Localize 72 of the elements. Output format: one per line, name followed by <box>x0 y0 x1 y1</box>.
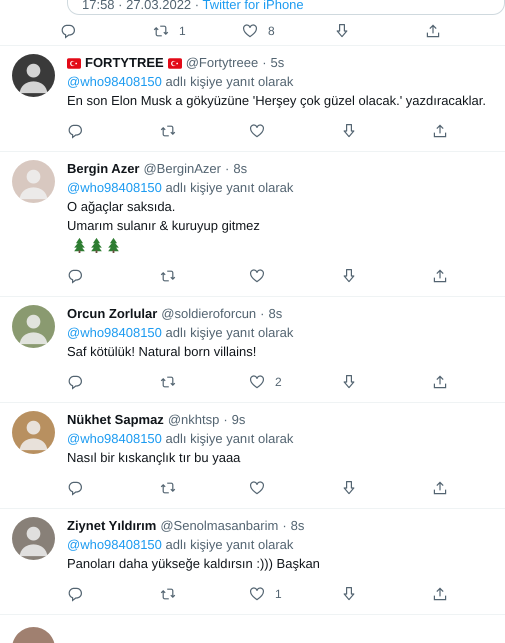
separator-dot: · <box>260 305 264 323</box>
heart-icon <box>249 268 265 284</box>
reply-label: adlı kişiye yanıt olarak <box>166 180 294 195</box>
reply-icon <box>60 23 76 39</box>
reply-icon <box>67 480 83 496</box>
user-name[interactable]: Bergin Azer <box>67 160 140 178</box>
download-icon <box>334 23 350 39</box>
heart-icon <box>249 586 265 602</box>
reply-label: adlı kişiye yanıt olarak <box>166 431 294 446</box>
user-name[interactable]: Orcun Zorlular <box>67 305 158 323</box>
reply-label: adlı kişiye yanıt olarak <box>166 325 294 340</box>
reply-label: adlı kişiye yanıt olarak <box>166 537 294 552</box>
download-icon <box>341 123 357 139</box>
retweet-icon <box>160 374 176 390</box>
tweet-timestamp: 17:58 · 27.03.2022 · <box>82 0 200 12</box>
retweet-button[interactable]: 1 <box>146 23 186 39</box>
download-icon <box>341 374 357 390</box>
avatar[interactable] <box>12 54 55 97</box>
tweet-text: Panoları daha yükseğe kaldırsın :))) Başkan <box>67 555 321 573</box>
reply-icon <box>67 123 83 139</box>
tweet-time[interactable]: 9s <box>232 411 246 429</box>
share-icon <box>432 480 448 496</box>
separator-dot: · <box>223 411 228 429</box>
user-handle[interactable]: @Senolmasanbarim <box>160 517 278 535</box>
separator-dot: · <box>262 54 267 72</box>
like-button[interactable]: 1 <box>242 586 282 602</box>
flag-icon <box>67 58 81 68</box>
tweet-time[interactable]: 8s <box>268 305 282 323</box>
share-icon <box>432 374 448 390</box>
reply-icon <box>67 586 83 602</box>
user-name[interactable]: Nükhet Sapmaz <box>67 411 164 429</box>
tree-icon <box>107 237 120 253</box>
retweet-icon <box>160 123 176 139</box>
like-button[interactable]: 8 <box>235 23 275 39</box>
flag-icon <box>168 58 182 68</box>
separator-dot: · <box>282 517 287 535</box>
retweet-icon <box>160 586 176 602</box>
user-handle[interactable]: @Fortytreee <box>186 54 258 72</box>
user-name[interactable]: Ziynet Yıldırım <box>67 517 156 535</box>
share-icon <box>432 268 448 284</box>
download-icon <box>341 268 357 284</box>
tweet-time[interactable]: 8s <box>233 160 248 178</box>
separator-dot: · <box>225 160 230 178</box>
share-icon <box>432 586 448 602</box>
tweet-text: Nasıl bir kıskançlık tır bu yaaa <box>67 449 242 467</box>
heart-icon <box>249 374 265 390</box>
tree-icon <box>90 237 103 253</box>
user-handle[interactable]: @soldieroforcun <box>161 305 256 323</box>
share-icon <box>432 123 448 139</box>
download-icon <box>341 586 357 602</box>
retweet-icon <box>160 268 176 284</box>
heart-icon <box>249 123 265 139</box>
reply-label: adlı kişiye yanıt olarak <box>166 74 294 89</box>
retweet-icon <box>153 23 169 39</box>
tree-icon <box>73 237 86 253</box>
tweet-text: En son Elon Musk a gökyüzüne 'Herşey çok güzel olacak.' yazdıracaklar. <box>67 92 488 110</box>
share-icon <box>425 23 441 39</box>
heart-icon <box>242 23 258 39</box>
like-button[interactable]: 2 <box>242 374 282 390</box>
tweet-text: O ağaçlar saksıda. <box>67 198 176 216</box>
heart-icon <box>249 480 265 496</box>
user-handle[interactable]: @nkhtsp <box>168 411 220 429</box>
tweet-time[interactable]: 5s <box>270 54 284 72</box>
download-icon <box>341 480 357 496</box>
reply-icon <box>67 374 83 390</box>
tweet-text: Saf kötülük! Natural born villains! <box>67 343 258 361</box>
user-handle[interactable]: @BerginAzer <box>143 160 221 178</box>
tweet-text: Umarım sulanır & kuruyup gitmez <box>67 217 261 235</box>
reply-icon <box>67 268 83 284</box>
user-name[interactable]: FORTYTREE <box>85 54 164 72</box>
tweet-time[interactable]: 8s <box>290 517 304 535</box>
retweet-icon <box>160 480 176 496</box>
